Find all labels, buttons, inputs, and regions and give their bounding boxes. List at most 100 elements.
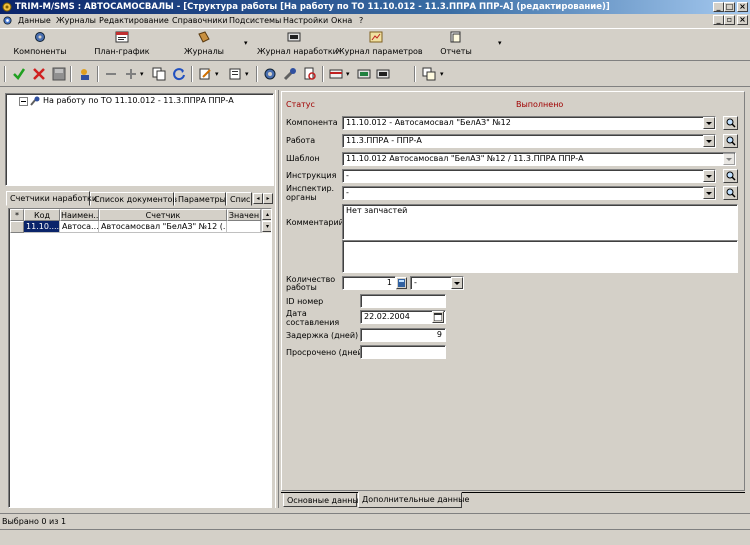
cell-value[interactable] [227,221,261,233]
edit-doc-icon[interactable] [198,67,212,81]
magnifier-icon [726,188,736,198]
comment-field[interactable]: Нет запчастей [342,204,738,240]
meter-add-icon[interactable] [376,67,390,81]
edit-doc-dropdown-icon[interactable]: ▾ [215,70,219,78]
scroll-up-button[interactable]: ▴ [262,209,271,220]
inspect-lookup-button[interactable] [723,186,738,200]
work-icon [30,96,40,106]
scroll-down-button[interactable]: ▾ [262,221,271,232]
date-picker-button[interactable] [432,311,444,323]
tab-list[interactable]: Спис [226,192,252,206]
component-dropdown-button[interactable] [703,117,715,129]
add-icon[interactable] [124,67,138,81]
quantity-unit-dropdown-button[interactable] [451,277,463,289]
add-dropdown-icon[interactable]: ▾ [140,70,144,78]
journals-button[interactable]: Журналы [176,31,232,59]
child-close-button[interactable]: × [737,15,748,25]
overdue-field[interactable] [360,345,446,359]
close-button[interactable]: × [737,2,748,12]
inspect-dropdown-button[interactable] [703,187,715,199]
cancel-icon[interactable] [32,67,46,81]
check-icon[interactable] [12,67,26,81]
list-dropdown-icon[interactable]: ▾ [245,70,249,78]
grid-header-code[interactable]: Код [24,209,60,221]
template-field[interactable]: 11.10.012 Автосамосвал "БелАЗ" №12 / 11.… [342,152,736,166]
tree-root-label[interactable]: На работу по ТО 11.10.012 - 11.3.ППРА ПП… [43,96,234,105]
menu-windows[interactable]: Окна [331,14,352,27]
grid-scrollbar[interactable]: ▴ ▾ [261,209,271,233]
journals-dropdown-icon[interactable]: ▾ [244,39,248,47]
child-window-icon[interactable] [3,16,12,25]
tree-expand-icon[interactable] [19,97,28,106]
toolbar-separator [414,66,416,82]
card-icon[interactable] [329,67,343,81]
tab-scroll-right-button[interactable]: ▸ [263,193,273,204]
inspect-field[interactable]: - [342,186,716,200]
status-bar [0,529,750,545]
instruction-dropdown-button[interactable] [703,170,715,182]
copy-icon[interactable] [152,67,166,81]
tab-additional-data[interactable]: Дополнительные данные [358,492,469,508]
menu-help[interactable]: ? [359,14,363,27]
quantity-field[interactable]: 1 [342,276,396,290]
grid-header-counter[interactable]: Счетчик [99,209,227,221]
reports-button[interactable]: Отчеты [430,31,482,59]
work-dropdown-button[interactable] [703,135,715,147]
menu-data[interactable]: Данные [18,14,51,27]
minimize-button[interactable]: _ [713,2,724,12]
tab-main-data[interactable]: Основные данные [283,493,364,507]
toolbar-separator [97,66,99,82]
gear-icon[interactable] [263,67,277,81]
menu-edit[interactable]: Редактирование [99,14,169,27]
pane-splitter[interactable] [275,90,279,508]
reports-dropdown-icon[interactable]: ▾ [498,39,502,47]
card-dropdown-icon[interactable]: ▾ [346,70,350,78]
menu-references[interactable]: Справочники [172,14,228,27]
menu-journals[interactable]: Журналы [56,14,96,27]
id-field[interactable] [360,294,446,308]
windows-icon[interactable] [422,67,436,81]
app-icon [2,2,12,12]
windows-dropdown-icon[interactable]: ▾ [440,70,444,78]
runtime-journal-button[interactable]: Журнал наработки [257,31,338,59]
grid-header-name[interactable]: Наимен... [60,209,99,221]
cell-code[interactable]: 11.10.... [24,221,60,233]
tab-scroll-left-button[interactable]: ◂ [253,193,263,204]
template-dropdown-button[interactable] [723,153,735,165]
window-title: TRIM-M/SMS : АВТОСАМОСВАЛЫ - [Структура … [15,2,610,12]
grid-header-marker[interactable]: * [10,209,24,221]
tools-icon[interactable] [283,67,297,81]
child-minimize-button[interactable]: _ [713,15,724,25]
work-field[interactable]: 11.3.ППРА - ППР-А [342,134,716,148]
instruction-field[interactable]: - [342,169,716,183]
work-lookup-button[interactable] [723,134,738,148]
cell-name[interactable]: Автоса... [60,221,99,233]
schedule-button[interactable]: План-график [90,31,154,59]
tab-parameters[interactable]: Параметры [174,192,226,206]
quantity-calc-button[interactable] [396,277,407,289]
tab-documents[interactable]: Список документов [90,192,177,206]
components-button[interactable]: Компоненты [10,31,70,59]
save-icon[interactable] [52,67,66,81]
calendar-icon [115,31,129,43]
comment-extra-field[interactable] [342,240,738,273]
refresh-icon[interactable] [172,67,186,81]
grid-header-value[interactable]: Значен [227,209,261,221]
user-key-icon[interactable] [78,67,92,81]
menu-subsystems[interactable]: Подсистемы [229,14,281,27]
template-label: Шаблон [286,154,320,163]
component-field[interactable]: 11.10.012 - Автосамосвал "БелАЗ" №12 [342,116,716,130]
menu-settings[interactable]: Настройки [283,14,328,27]
remove-icon[interactable] [104,67,118,81]
delay-field[interactable]: 9 [360,328,446,342]
tab-runtime-counters[interactable]: Счетчики наработки [6,191,97,206]
component-lookup-button[interactable] [723,116,738,130]
params-journal-button[interactable]: Журнал параметров [336,31,423,59]
search-doc-icon[interactable] [303,67,317,81]
child-restore-button[interactable]: ▫ [724,15,735,25]
meter-list-icon[interactable] [357,67,371,81]
maximize-button[interactable]: □ [724,2,735,12]
cell-counter[interactable]: Автосамосвал "БелАЗ" №12 (... [99,221,227,233]
instruction-lookup-button[interactable] [723,169,738,183]
list-icon[interactable] [228,67,242,81]
